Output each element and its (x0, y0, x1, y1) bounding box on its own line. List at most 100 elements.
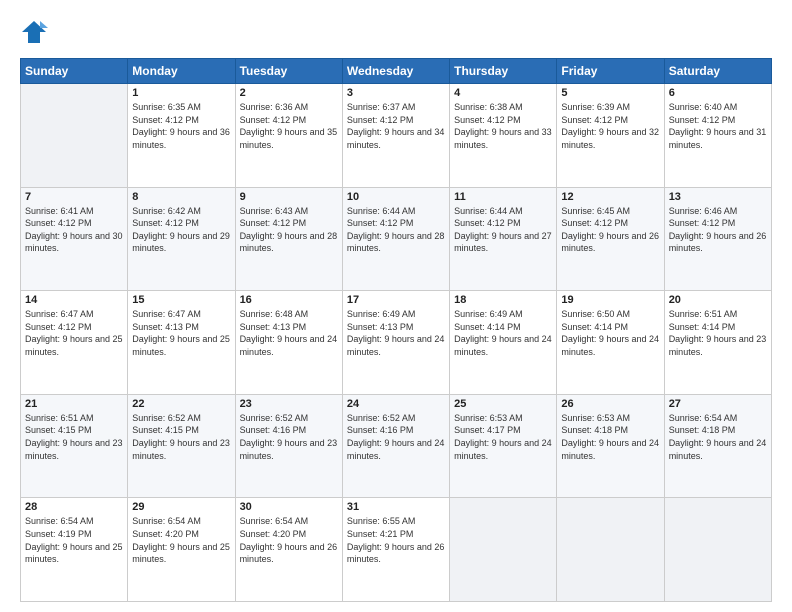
logo-icon (20, 18, 48, 46)
calendar-cell (21, 84, 128, 188)
day-number: 20 (669, 294, 767, 306)
day-info: Sunrise: 6:36 AMSunset: 4:12 PMDaylight:… (240, 101, 338, 151)
day-info: Sunrise: 6:53 AMSunset: 4:18 PMDaylight:… (561, 412, 659, 462)
calendar-cell: 13Sunrise: 6:46 AMSunset: 4:12 PMDayligh… (664, 187, 771, 291)
calendar-cell: 8Sunrise: 6:42 AMSunset: 4:12 PMDaylight… (128, 187, 235, 291)
calendar-cell: 10 Sunrise: 6:44 AMSunset: 4:12 PMDayligh… (342, 187, 449, 291)
day-info: Sunrise: 6:42 AMSunset: 4:12 PMDaylight:… (132, 205, 230, 255)
weekday-header: Saturday (664, 59, 771, 84)
calendar-week-row: 21 Sunrise: 6:51 AMSunset: 4:15 PMDayligh… (21, 394, 772, 498)
calendar-cell: 27 Sunrise: 6:54 AMSunset: 4:18 PMDayligh… (664, 394, 771, 498)
day-info: Sunrise: 6:55 AMSunset: 4:21 PMDaylight:… (347, 515, 445, 565)
day-info: Sunrise: 6:43 AMSunset: 4:12 PMDaylight:… (240, 205, 338, 255)
calendar-week-row: 1 Sunrise: 6:35 AMSunset: 4:12 PMDaylight… (21, 84, 772, 188)
calendar-cell: 14 Sunrise: 6:47 AMSunset: 4:12 PMDayligh… (21, 291, 128, 395)
day-info: Sunrise: 6:52 AMSunset: 4:16 PMDaylight:… (240, 412, 338, 462)
calendar-week-row: 28 Sunrise: 6:54 AMSunset: 4:19 PMDayligh… (21, 498, 772, 602)
day-info: Sunrise: 6:39 AMSunset: 4:12 PMDaylight:… (561, 101, 659, 151)
day-info: Sunrise: 6:38 AMSunset: 4:12 PMDaylight:… (454, 101, 552, 151)
day-number: 3 (347, 87, 445, 99)
calendar-cell: 25 Sunrise: 6:53 AMSunset: 4:17 PMDayligh… (450, 394, 557, 498)
day-number: 5 (561, 87, 659, 99)
calendar-cell: 2 Sunrise: 6:36 AMSunset: 4:12 PMDaylight… (235, 84, 342, 188)
day-info: Sunrise: 6:47 AMSunset: 4:13 PMDaylight:… (132, 308, 230, 358)
day-info: Sunrise: 6:47 AMSunset: 4:12 PMDaylight:… (25, 308, 123, 358)
calendar-cell (664, 498, 771, 602)
day-info: Sunrise: 6:54 AMSunset: 4:18 PMDaylight:… (669, 412, 767, 462)
day-number: 22 (132, 398, 230, 410)
calendar-week-row: 14 Sunrise: 6:47 AMSunset: 4:12 PMDayligh… (21, 291, 772, 395)
calendar-cell: 31 Sunrise: 6:55 AMSunset: 4:21 PMDayligh… (342, 498, 449, 602)
day-info: Sunrise: 6:52 AMSunset: 4:15 PMDaylight:… (132, 412, 230, 462)
calendar-cell: 6Sunrise: 6:40 AMSunset: 4:12 PMDaylight… (664, 84, 771, 188)
calendar-cell: 12 Sunrise: 6:45 AMSunset: 4:12 PMDayligh… (557, 187, 664, 291)
day-number: 11 (454, 191, 552, 203)
calendar-cell: 19 Sunrise: 6:50 AMSunset: 4:14 PMDayligh… (557, 291, 664, 395)
day-info: Sunrise: 6:54 AMSunset: 4:19 PMDaylight:… (25, 515, 123, 565)
page: SundayMondayTuesdayWednesdayThursdayFrid… (0, 0, 792, 612)
weekday-header: Sunday (21, 59, 128, 84)
weekday-header: Thursday (450, 59, 557, 84)
day-info: Sunrise: 6:44 AMSunset: 4:12 PMDaylight:… (347, 205, 445, 255)
day-info: Sunrise: 6:44 AMSunset: 4:12 PMDaylight:… (454, 205, 552, 255)
day-info: Sunrise: 6:35 AMSunset: 4:12 PMDaylight:… (132, 101, 230, 151)
calendar-cell: 11 Sunrise: 6:44 AMSunset: 4:12 PMDayligh… (450, 187, 557, 291)
calendar-cell: 22 Sunrise: 6:52 AMSunset: 4:15 PMDayligh… (128, 394, 235, 498)
calendar-cell: 17Sunrise: 6:49 AMSunset: 4:13 PMDayligh… (342, 291, 449, 395)
day-number: 14 (25, 294, 123, 306)
calendar-cell: 9 Sunrise: 6:43 AMSunset: 4:12 PMDaylight… (235, 187, 342, 291)
day-info: Sunrise: 6:48 AMSunset: 4:13 PMDaylight:… (240, 308, 338, 358)
calendar-cell: 4 Sunrise: 6:38 AMSunset: 4:12 PMDaylight… (450, 84, 557, 188)
day-info: Sunrise: 6:51 AMSunset: 4:14 PMDaylight:… (669, 308, 767, 358)
weekday-header: Friday (557, 59, 664, 84)
calendar-cell (450, 498, 557, 602)
day-number: 19 (561, 294, 659, 306)
calendar-week-row: 7 Sunrise: 6:41 AMSunset: 4:12 PMDaylight… (21, 187, 772, 291)
day-info: Sunrise: 6:40 AMSunset: 4:12 PMDaylight:… (669, 101, 767, 151)
day-number: 4 (454, 87, 552, 99)
day-number: 31 (347, 501, 445, 513)
day-number: 30 (240, 501, 338, 513)
logo (20, 18, 52, 46)
day-number: 27 (669, 398, 767, 410)
header (20, 18, 772, 46)
day-info: Sunrise: 6:50 AMSunset: 4:14 PMDaylight:… (561, 308, 659, 358)
calendar-header-row: SundayMondayTuesdayWednesdayThursdayFrid… (21, 59, 772, 84)
calendar-cell: 20 Sunrise: 6:51 AMSunset: 4:14 PMDayligh… (664, 291, 771, 395)
day-info: Sunrise: 6:41 AMSunset: 4:12 PMDaylight:… (25, 205, 123, 255)
calendar-cell: 15 Sunrise: 6:47 AMSunset: 4:13 PMDayligh… (128, 291, 235, 395)
calendar-cell: 3 Sunrise: 6:37 AMSunset: 4:12 PMDaylight… (342, 84, 449, 188)
day-info: Sunrise: 6:54 AMSunset: 4:20 PMDaylight:… (240, 515, 338, 565)
calendar-cell: 24Sunrise: 6:52 AMSunset: 4:16 PMDayligh… (342, 394, 449, 498)
day-number: 12 (561, 191, 659, 203)
day-number: 21 (25, 398, 123, 410)
day-number: 15 (132, 294, 230, 306)
day-number: 17 (347, 294, 445, 306)
day-info: Sunrise: 6:46 AMSunset: 4:12 PMDaylight:… (669, 205, 767, 255)
day-info: Sunrise: 6:53 AMSunset: 4:17 PMDaylight:… (454, 412, 552, 462)
day-number: 10 (347, 191, 445, 203)
day-info: Sunrise: 6:51 AMSunset: 4:15 PMDaylight:… (25, 412, 123, 462)
day-number: 7 (25, 191, 123, 203)
day-info: Sunrise: 6:37 AMSunset: 4:12 PMDaylight:… (347, 101, 445, 151)
day-number: 28 (25, 501, 123, 513)
day-number: 26 (561, 398, 659, 410)
day-number: 24 (347, 398, 445, 410)
day-number: 1 (132, 87, 230, 99)
day-number: 25 (454, 398, 552, 410)
day-number: 29 (132, 501, 230, 513)
day-number: 23 (240, 398, 338, 410)
day-number: 18 (454, 294, 552, 306)
day-number: 2 (240, 87, 338, 99)
weekday-header: Monday (128, 59, 235, 84)
calendar-cell: 23 Sunrise: 6:52 AMSunset: 4:16 PMDayligh… (235, 394, 342, 498)
calendar-cell: 5 Sunrise: 6:39 AMSunset: 4:12 PMDaylight… (557, 84, 664, 188)
weekday-header: Wednesday (342, 59, 449, 84)
day-info: Sunrise: 6:45 AMSunset: 4:12 PMDaylight:… (561, 205, 659, 255)
calendar-cell: 16Sunrise: 6:48 AMSunset: 4:13 PMDayligh… (235, 291, 342, 395)
day-number: 9 (240, 191, 338, 203)
calendar-cell: 7 Sunrise: 6:41 AMSunset: 4:12 PMDaylight… (21, 187, 128, 291)
calendar-cell: 26 Sunrise: 6:53 AMSunset: 4:18 PMDayligh… (557, 394, 664, 498)
calendar-cell: 29Sunrise: 6:54 AMSunset: 4:20 PMDayligh… (128, 498, 235, 602)
calendar-cell: 21 Sunrise: 6:51 AMSunset: 4:15 PMDayligh… (21, 394, 128, 498)
